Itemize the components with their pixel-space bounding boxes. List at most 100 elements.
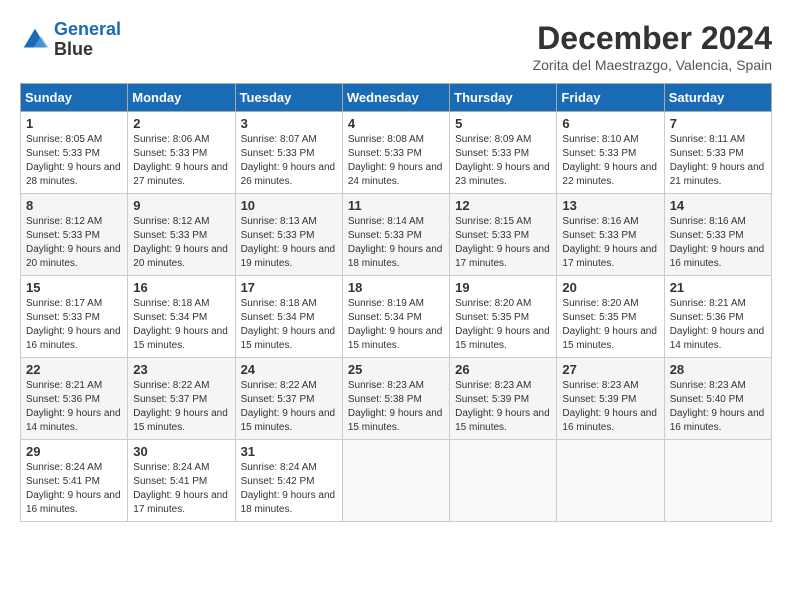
title-block: December 2024 Zorita del Maestrazgo, Val… [533,20,772,73]
day-number: 11 [348,198,444,213]
calendar-cell: 31 Sunrise: 8:24 AMSunset: 5:42 PMDayligh… [235,440,342,522]
day-info: Sunrise: 8:20 AMSunset: 5:35 PMDaylight:… [455,297,551,353]
calendar-cell: 13 Sunrise: 8:16 AMSunset: 5:33 PMDayligh… [557,194,664,276]
day-info: Sunrise: 8:11 AMSunset: 5:33 PMDaylight:… [670,133,766,189]
day-number: 15 [26,280,122,295]
day-info: Sunrise: 8:17 AMSunset: 5:33 PMDaylight:… [26,297,122,353]
weekday-header: Saturday [664,84,771,112]
day-info: Sunrise: 8:16 AMSunset: 5:33 PMDaylight:… [562,215,658,271]
calendar-cell: 5 Sunrise: 8:09 AMSunset: 5:33 PMDaylight… [450,112,557,194]
day-info: Sunrise: 8:06 AMSunset: 5:33 PMDaylight:… [133,133,229,189]
logo: General Blue [20,20,121,60]
day-info: Sunrise: 8:15 AMSunset: 5:33 PMDaylight:… [455,215,551,271]
day-info: Sunrise: 8:12 AMSunset: 5:33 PMDaylight:… [133,215,229,271]
calendar-cell: 19 Sunrise: 8:20 AMSunset: 5:35 PMDayligh… [450,276,557,358]
day-info: Sunrise: 8:23 AMSunset: 5:39 PMDaylight:… [562,379,658,435]
day-info: Sunrise: 8:24 AMSunset: 5:41 PMDaylight:… [26,461,122,517]
day-number: 24 [241,362,337,377]
day-number: 28 [670,362,766,377]
day-number: 10 [241,198,337,213]
calendar-cell: 12 Sunrise: 8:15 AMSunset: 5:33 PMDayligh… [450,194,557,276]
day-info: Sunrise: 8:09 AMSunset: 5:33 PMDaylight:… [455,133,551,189]
calendar-week-row: 15 Sunrise: 8:17 AMSunset: 5:33 PMDayligh… [21,276,772,358]
calendar-cell: 24Sunrise: 8:22 AMSunset: 5:37 PMDayligh… [235,358,342,440]
calendar-cell: 10 Sunrise: 8:13 AMSunset: 5:33 PMDayligh… [235,194,342,276]
day-number: 29 [26,444,122,459]
weekday-header: Friday [557,84,664,112]
day-number: 7 [670,116,766,131]
day-info: Sunrise: 8:18 AMSunset: 5:34 PMDaylight:… [133,297,229,353]
calendar-cell: 6 Sunrise: 8:10 AMSunset: 5:33 PMDaylight… [557,112,664,194]
calendar-cell: 4Sunrise: 8:08 AMSunset: 5:33 PMDaylight… [342,112,449,194]
calendar-cell: 2Sunrise: 8:06 AMSunset: 5:33 PMDaylight… [128,112,235,194]
calendar-cell: 27 Sunrise: 8:23 AMSunset: 5:39 PMDayligh… [557,358,664,440]
day-info: Sunrise: 8:24 AMSunset: 5:41 PMDaylight:… [133,461,229,517]
day-number: 4 [348,116,444,131]
calendar-cell: 20 Sunrise: 8:20 AMSunset: 5:35 PMDayligh… [557,276,664,358]
month-title: December 2024 [533,20,772,57]
day-info: Sunrise: 8:21 AMSunset: 5:36 PMDaylight:… [670,297,766,353]
day-number: 1 [26,116,122,131]
day-info: Sunrise: 8:13 AMSunset: 5:33 PMDaylight:… [241,215,337,271]
day-number: 23 [133,362,229,377]
day-number: 30 [133,444,229,459]
calendar-cell: 9 Sunrise: 8:12 AMSunset: 5:33 PMDaylight… [128,194,235,276]
day-number: 27 [562,362,658,377]
calendar-week-row: 29 Sunrise: 8:24 AMSunset: 5:41 PMDayligh… [21,440,772,522]
day-number: 19 [455,280,551,295]
day-number: 18 [348,280,444,295]
day-info: Sunrise: 8:07 AMSunset: 5:33 PMDaylight:… [241,133,337,189]
calendar-week-row: 8 Sunrise: 8:12 AMSunset: 5:33 PMDaylight… [21,194,772,276]
calendar-cell [450,440,557,522]
calendar-cell: 7 Sunrise: 8:11 AMSunset: 5:33 PMDaylight… [664,112,771,194]
day-number: 8 [26,198,122,213]
day-info: Sunrise: 8:22 AMSunset: 5:37 PMDaylight:… [133,379,229,435]
day-info: Sunrise: 8:23 AMSunset: 5:38 PMDaylight:… [348,379,444,435]
day-number: 3 [241,116,337,131]
day-number: 12 [455,198,551,213]
calendar-cell: 22Sunrise: 8:21 AMSunset: 5:36 PMDayligh… [21,358,128,440]
page-header: General Blue December 2024 Zorita del Ma… [20,20,772,73]
calendar-cell: 1 Sunrise: 8:05 AMSunset: 5:33 PMDaylight… [21,112,128,194]
day-number: 5 [455,116,551,131]
day-info: Sunrise: 8:21 AMSunset: 5:36 PMDaylight:… [26,379,122,435]
day-number: 13 [562,198,658,213]
calendar-week-row: 22Sunrise: 8:21 AMSunset: 5:36 PMDayligh… [21,358,772,440]
day-number: 16 [133,280,229,295]
calendar-cell: 23 Sunrise: 8:22 AMSunset: 5:37 PMDayligh… [128,358,235,440]
day-number: 14 [670,198,766,213]
calendar-cell: 17Sunrise: 8:18 AMSunset: 5:34 PMDayligh… [235,276,342,358]
calendar-cell [342,440,449,522]
weekday-header: Monday [128,84,235,112]
calendar-header: SundayMondayTuesdayWednesdayThursdayFrid… [21,84,772,112]
day-info: Sunrise: 8:18 AMSunset: 5:34 PMDaylight:… [241,297,337,353]
weekday-header: Sunday [21,84,128,112]
weekday-header-row: SundayMondayTuesdayWednesdayThursdayFrid… [21,84,772,112]
day-info: Sunrise: 8:16 AMSunset: 5:33 PMDaylight:… [670,215,766,271]
day-number: 6 [562,116,658,131]
calendar-table: SundayMondayTuesdayWednesdayThursdayFrid… [20,83,772,522]
weekday-header: Tuesday [235,84,342,112]
day-info: Sunrise: 8:14 AMSunset: 5:33 PMDaylight:… [348,215,444,271]
day-info: Sunrise: 8:20 AMSunset: 5:35 PMDaylight:… [562,297,658,353]
day-number: 20 [562,280,658,295]
day-info: Sunrise: 8:19 AMSunset: 5:34 PMDaylight:… [348,297,444,353]
calendar-cell: 21Sunrise: 8:21 AMSunset: 5:36 PMDayligh… [664,276,771,358]
day-info: Sunrise: 8:05 AMSunset: 5:33 PMDaylight:… [26,133,122,189]
day-number: 26 [455,362,551,377]
day-number: 9 [133,198,229,213]
day-number: 31 [241,444,337,459]
weekday-header: Thursday [450,84,557,112]
calendar-cell: 15 Sunrise: 8:17 AMSunset: 5:33 PMDayligh… [21,276,128,358]
calendar-cell [557,440,664,522]
day-info: Sunrise: 8:10 AMSunset: 5:33 PMDaylight:… [562,133,658,189]
day-info: Sunrise: 8:24 AMSunset: 5:42 PMDaylight:… [241,461,337,517]
location: Zorita del Maestrazgo, Valencia, Spain [533,57,772,73]
calendar-cell: 16 Sunrise: 8:18 AMSunset: 5:34 PMDayligh… [128,276,235,358]
calendar-cell [664,440,771,522]
weekday-header: Wednesday [342,84,449,112]
calendar-cell: 28Sunrise: 8:23 AMSunset: 5:40 PMDayligh… [664,358,771,440]
calendar-week-row: 1 Sunrise: 8:05 AMSunset: 5:33 PMDaylight… [21,112,772,194]
calendar-cell: 14 Sunrise: 8:16 AMSunset: 5:33 PMDayligh… [664,194,771,276]
logo-icon [20,25,50,55]
